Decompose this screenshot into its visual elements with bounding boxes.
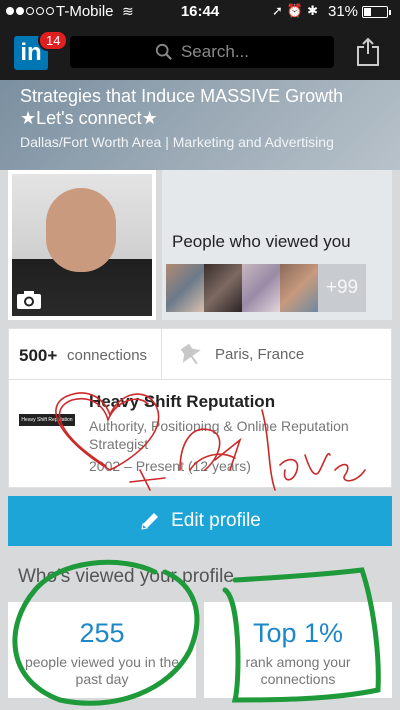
rank-number: Top 1% [252, 618, 344, 648]
profile-photo[interactable] [8, 170, 156, 320]
viewer-avatar [204, 264, 242, 312]
people-viewed-card[interactable]: People who viewed you +99 [162, 170, 392, 320]
profile-face [46, 188, 116, 272]
rank-caption: rank among your connections [245, 654, 351, 687]
whos-viewed-title: Who's viewed your profile [18, 566, 234, 587]
divider [161, 329, 162, 379]
rank-card[interactable]: Top 1% rank among your connections [204, 602, 392, 698]
search-icon [155, 43, 172, 60]
stats-row: 500+ connections Paris, France [8, 328, 392, 380]
viewer-avatar [166, 264, 204, 312]
profile-location-industry: Dallas/Fort Worth Area | Marketing and A… [20, 134, 334, 150]
position-dates: 2002 – Present (12 years) [89, 458, 251, 474]
camera-icon[interactable] [16, 290, 42, 310]
search-bar[interactable]: Search... [70, 36, 334, 68]
status-bar: T-Mobile ≋ 16:44 ➚⏰✱ 31% [0, 0, 400, 24]
people-viewed-title: People who viewed you [172, 232, 351, 251]
connections-label[interactable]: connections [67, 347, 147, 364]
company-name: Heavy Shift Reputation [89, 392, 276, 411]
viewer-avatar [280, 264, 318, 312]
location-text: Paris, France [215, 346, 305, 363]
location-pin-icon [179, 343, 201, 365]
edit-profile-button[interactable]: Edit profile [8, 496, 392, 546]
viewer-avatar [242, 264, 280, 312]
position-title: Authority, Positioning & Online Reputati… [89, 418, 349, 452]
company-logo: Heavy Shift Reputation [19, 414, 75, 426]
profile-header: Strategies that Induce MASSIVE Growth ★L… [0, 80, 400, 170]
share-icon[interactable] [356, 36, 380, 66]
profile-views-caption: people viewed you in the past day [24, 654, 180, 687]
profile-views-card[interactable]: 255 people viewed you in the past day [8, 602, 196, 698]
connections-count[interactable]: 500+ [19, 346, 57, 366]
current-position-card[interactable]: Heavy Shift Reputation Heavy Shift Reput… [8, 380, 392, 488]
profile-headline: Strategies that Induce MASSIVE Growth ★L… [20, 86, 344, 128]
battery-icon [362, 6, 391, 18]
battery-percent: 31% [328, 3, 359, 20]
pencil-icon [141, 513, 159, 530]
search-placeholder: Search... [180, 42, 250, 61]
edit-profile-label: Edit profile [171, 510, 261, 531]
notification-badge[interactable]: 14 [38, 30, 69, 51]
more-viewers-count: +99 [318, 264, 366, 312]
profile-views-number: 255 [79, 618, 125, 648]
viewer-thumbnails: +99 [166, 264, 366, 312]
system-status-icons: ➚⏰✱ [272, 3, 322, 18]
top-nav-bar: in 14 Search... [0, 24, 400, 80]
